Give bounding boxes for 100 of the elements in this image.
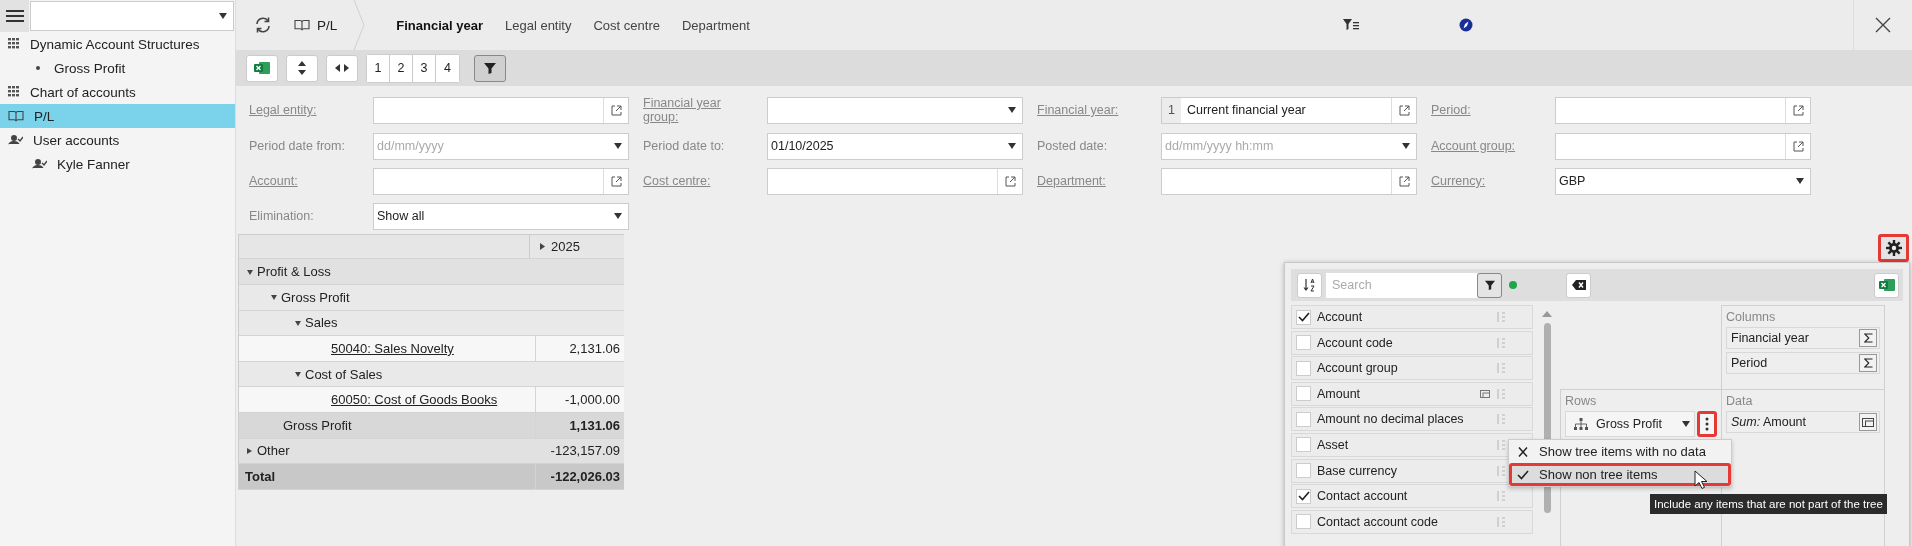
area-title: Rows [1565,394,1598,408]
data-field-chip[interactable]: Sum: Amount [1726,411,1880,433]
status-dot-icon [1509,281,1517,289]
checkbox[interactable] [1296,488,1311,504]
filter-field[interactable] [767,96,1023,124]
expand-columns-button[interactable] [326,54,358,82]
column-field-chip[interactable]: Financial year [1726,327,1880,349]
menu-button[interactable] [0,0,29,32]
field-list-item[interactable]: Account group [1291,356,1533,381]
row-header-cell: 60050: Cost of Goods Books [239,387,536,412]
cursor-icon [1694,470,1708,490]
row-field-chip[interactable]: Gross Profit [1565,411,1695,437]
field-list-item[interactable]: Asset [1291,432,1533,457]
field-list-item[interactable]: Contact account [1291,484,1533,509]
open-link-icon[interactable] [1398,175,1410,187]
filter-field[interactable] [373,167,629,195]
dropdown-arrow-icon[interactable] [1682,421,1690,427]
field-list-item[interactable]: Amount no decimal places [1291,407,1533,432]
backspace-icon [1571,280,1586,290]
format-button[interactable] [1859,413,1877,431]
export-excel-button[interactable] [246,54,278,82]
expand-rows-button[interactable] [286,54,318,82]
open-link-icon[interactable] [1004,175,1016,187]
column-field-chip[interactable]: Period [1726,352,1880,374]
checkbox[interactable] [1296,360,1311,376]
sidebar-item[interactable]: Gross Profit [0,56,235,80]
checkbox[interactable] [1296,386,1311,402]
tab[interactable]: Department [670,11,761,39]
sidebar-item[interactable]: Chart of accounts [0,80,235,104]
cross-icon [1517,446,1529,457]
open-link-icon[interactable] [1792,140,1804,152]
export-excel-button[interactable] [1874,272,1899,298]
filter-field[interactable] [1161,167,1417,195]
filter-field[interactable]: Show all [373,202,629,230]
sidebar-item[interactable]: P/L [0,104,235,128]
filter-field[interactable]: GBP [1555,167,1811,195]
tab[interactable]: Financial year [385,11,494,39]
sigma-icon [1863,358,1873,368]
tab[interactable]: Cost centre [582,11,671,39]
tooltip: Include any items that are not part of the tree [1650,494,1887,514]
left-right-arrows-icon [335,63,349,73]
filter-field[interactable] [373,96,629,124]
sort-button[interactable] [1297,272,1322,298]
dropdown-arrow-icon[interactable] [1402,143,1410,150]
collapse-arrow-icon[interactable] [295,371,301,377]
refresh-icon[interactable] [254,16,272,34]
measure-icon [1862,417,1874,427]
field-list-item[interactable]: Contact account code [1291,509,1533,534]
open-link-icon[interactable] [610,104,622,116]
checkbox[interactable] [1296,309,1311,325]
filter-field[interactable] [1555,132,1811,160]
bullet-icon [36,66,40,70]
filter-button[interactable] [1477,272,1502,298]
dropdown-arrow-icon[interactable] [614,143,622,150]
dropdown-arrow-icon[interactable] [1008,107,1016,114]
grid-icon [8,86,20,98]
settings-button[interactable] [1878,234,1909,262]
compass-icon[interactable] [1459,18,1473,32]
more-options-button[interactable] [1697,411,1717,437]
checkbox[interactable] [1296,437,1311,453]
collapse-arrow-icon[interactable] [271,294,277,301]
breadcrumb-item[interactable]: P/L [292,13,340,37]
row-header-cell[interactable]: Other [239,438,536,464]
expand-arrow-icon[interactable] [247,447,253,454]
field-list-item[interactable]: Account code [1291,330,1533,355]
filter-field[interactable]: 1 Current financial year [1161,96,1417,124]
filter-list-icon[interactable] [1343,18,1359,32]
tab[interactable]: Legal entity [494,11,583,39]
sidebar-item[interactable]: Dynamic Account Structures [0,32,235,56]
checkbox[interactable] [1296,463,1311,479]
level-button[interactable]: 1 [367,54,390,82]
hierarchy-icon [1574,418,1588,430]
open-link-icon[interactable] [1398,104,1410,116]
filter-icon [484,62,496,74]
checkbox[interactable] [1296,411,1311,427]
filter-field[interactable] [1555,96,1811,124]
sum-button[interactable] [1859,329,1877,347]
field-list-item[interactable]: Amount [1291,381,1533,406]
checkbox[interactable] [1296,514,1311,530]
collapse-arrow-icon[interactable] [247,268,253,275]
close-icon[interactable] [1875,17,1891,33]
row-header-cell: Gross Profit [239,412,536,438]
collapse-arrow-icon[interactable] [295,319,301,326]
sidebar-item[interactable]: Kyle Fanner [0,152,235,176]
value-cell-text: 1,131.06 [568,416,621,435]
filter-field[interactable] [767,167,1023,195]
checkbox[interactable] [1296,335,1311,351]
clear-button[interactable] [1566,272,1591,298]
row-header-cell: 50040: Sales Novelty [239,336,536,361]
sidebar-item[interactable]: User accounts [0,128,235,152]
dropdown-arrow-icon[interactable] [614,213,622,220]
dropdown-arrow-icon[interactable] [1008,143,1016,150]
sum-button[interactable] [1859,354,1877,372]
dropdown-arrow-icon[interactable] [1796,178,1804,185]
open-link-icon[interactable] [1792,104,1804,116]
field-list-item[interactable]: Account [1291,305,1533,329]
filter-field[interactable]: 01/10/2025 [767,132,1023,160]
open-link-icon[interactable] [610,175,622,187]
filter-button[interactable] [474,54,506,82]
menu-item[interactable]: Show non tree items [1509,463,1731,486]
